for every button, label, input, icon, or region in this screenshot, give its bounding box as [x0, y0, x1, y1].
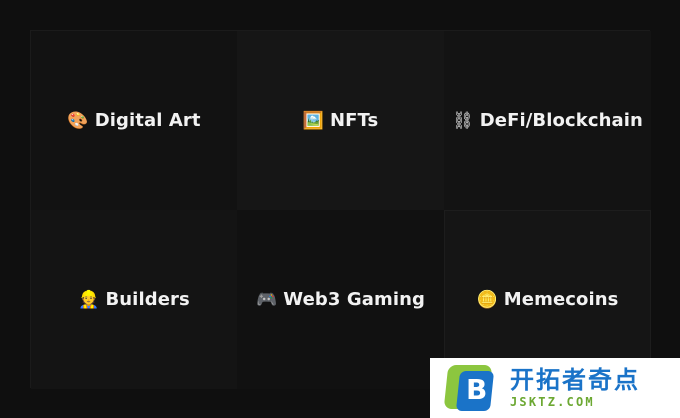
category-tile-defi-blockchain[interactable]: ⛓ DeFi/Blockchain [444, 31, 651, 210]
category-label: Digital Art [94, 110, 201, 131]
construction-worker-icon: 👷 [78, 289, 100, 310]
watermark-text: 开拓者奇点 JSKTZ.COM [510, 366, 640, 410]
coin-icon: 🪙 [476, 289, 498, 310]
category-label: DeFi/Blockchain [479, 110, 643, 131]
chain-icon: ⛓ [452, 110, 474, 131]
category-label: Memecoins [503, 289, 619, 310]
category-tile-nfts[interactable]: 🖼️ NFTs [237, 31, 444, 210]
page: 🎨 Digital Art 🖼️ NFTs ⛓ DeFi/Blockchain … [0, 0, 680, 418]
watermark-url: JSKTZ.COM [510, 395, 595, 409]
category-grid: 🎨 Digital Art 🖼️ NFTs ⛓ DeFi/Blockchain … [30, 30, 651, 389]
category-tile-builders[interactable]: 👷 Builders [31, 210, 237, 389]
palette-icon: 🎨 [67, 110, 89, 131]
watermark-title: 开拓者奇点 [510, 366, 640, 394]
category-label: NFTs [329, 110, 379, 131]
game-controller-icon: 🎮 [255, 289, 278, 310]
category-label: Builders [105, 289, 190, 310]
category-label: Web3 Gaming [283, 289, 426, 310]
category-tile-web3-gaming[interactable]: 🎮 Web3 Gaming [237, 210, 444, 389]
watermark: B 开拓者奇点 JSKTZ.COM [430, 358, 680, 418]
category-tile-digital-art[interactable]: 🎨 Digital Art [31, 31, 237, 210]
watermark-logo-icon: B [440, 363, 498, 413]
watermark-logo-letter: B [466, 373, 488, 406]
framed-picture-icon: 🖼️ [302, 110, 324, 131]
